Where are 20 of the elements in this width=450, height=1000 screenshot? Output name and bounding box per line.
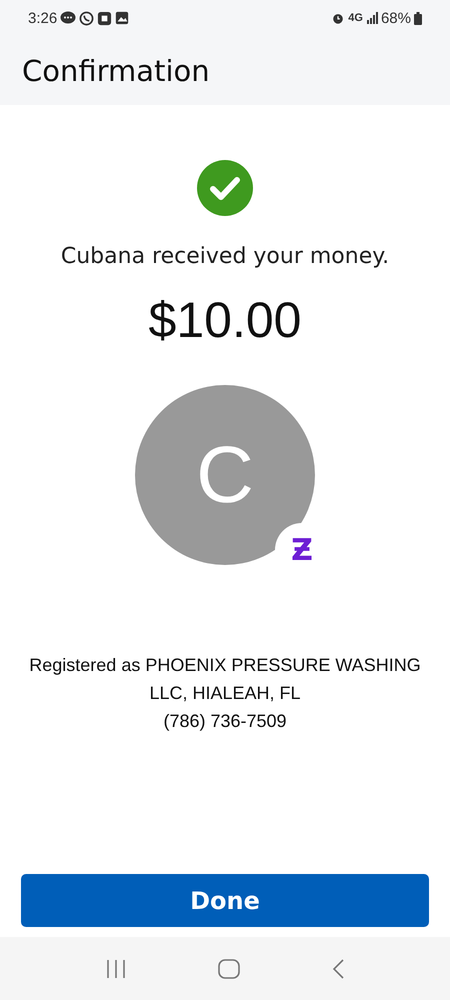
status-time: 3:26 — [28, 10, 58, 26]
page-title: Confirmation — [22, 54, 210, 88]
registration-text: Registered as PHOENIX PRESSURE WASHING LLC, HIALEAH, FL — [28, 654, 422, 705]
amount: $10.00 — [148, 291, 302, 349]
image-icon — [115, 11, 130, 25]
phone-number: (786) 736-7509 — [163, 710, 287, 733]
alarm-icon — [331, 11, 346, 25]
battery-percent: 68% — [380, 10, 411, 26]
success-check-icon — [197, 160, 253, 216]
chat-icon — [60, 11, 76, 25]
signal-icon — [366, 12, 378, 24]
recent-apps-icon[interactable] — [105, 958, 128, 978]
network-label: 4G — [348, 12, 363, 24]
phone-bubble-icon — [79, 10, 94, 26]
back-icon[interactable] — [330, 958, 345, 978]
home-icon[interactable] — [218, 958, 240, 978]
app-icon — [97, 10, 112, 26]
done-button[interactable]: Done — [21, 874, 429, 927]
battery-icon — [414, 12, 422, 24]
confirmation-message: Cubana received your money. — [60, 244, 390, 269]
